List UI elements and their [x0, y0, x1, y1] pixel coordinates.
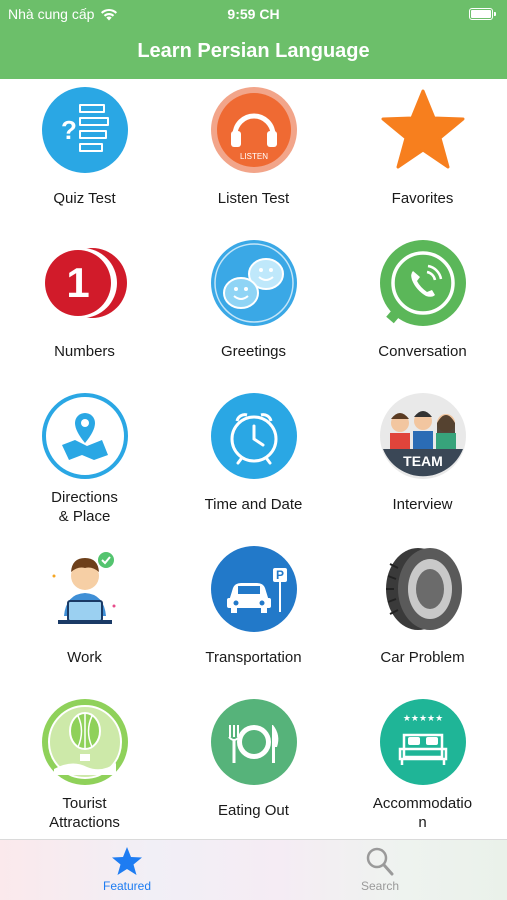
- category-grid: ? Quiz Test LISTEN Listen Test Favorites…: [0, 79, 507, 839]
- car-parking-icon: P: [211, 546, 297, 632]
- grid-item-transportation[interactable]: P Transportation: [169, 538, 338, 691]
- app-header: Nhà cung cấp 9:59 CH Learn Persian Langu…: [0, 0, 507, 79]
- grid-item-label: Favorites: [391, 190, 454, 207]
- svg-text:★★★★★: ★★★★★: [403, 714, 443, 724]
- grid-item-label: Greetings: [220, 343, 287, 360]
- star-icon: [381, 89, 465, 169]
- tab-bar: Featured Search: [0, 839, 507, 900]
- phone-icon: [380, 240, 466, 326]
- grid-item-label: Time and Date: [204, 496, 303, 513]
- grid-item-accommodation[interactable]: ★★★★★ Accommodatio n: [338, 691, 507, 844]
- label-line: Attractions: [49, 814, 120, 831]
- grid-item-directions[interactable]: Directions & Place: [0, 385, 169, 538]
- grid-item-label: Tourist Attractions: [4, 794, 165, 832]
- grid-item-quiz-test[interactable]: ? Quiz Test: [0, 79, 169, 232]
- grid-item-label: Car Problem: [380, 649, 465, 666]
- grid-item-numbers[interactable]: 1 Numbers: [0, 232, 169, 385]
- grid-item-label: Quiz Test: [53, 190, 116, 207]
- grid-item-label: Transportation: [205, 649, 302, 666]
- grid-item-label: Work: [67, 649, 102, 666]
- star-icon: [112, 847, 142, 875]
- grid-item-time-and-date[interactable]: Time and Date: [169, 385, 338, 538]
- quiz-icon: ?: [42, 87, 128, 173]
- grid-item-eating-out[interactable]: Eating Out: [169, 691, 338, 844]
- hot-air-balloon-icon: [42, 699, 128, 785]
- status-time: 9:59 CH: [227, 6, 280, 22]
- svg-text:P: P: [276, 568, 284, 582]
- grid-item-car-problem[interactable]: Car Problem: [338, 538, 507, 691]
- team-icon: TEAM: [380, 393, 466, 479]
- worker-laptop-icon: [52, 552, 116, 624]
- tab-label: Featured: [102, 879, 152, 893]
- grid-item-label: Accommodatio n: [342, 794, 503, 832]
- listen-icon-text: LISTEN: [240, 152, 268, 161]
- map-pin-icon: [42, 393, 128, 479]
- label-line: n: [418, 814, 427, 831]
- label-line: & Place: [58, 508, 111, 525]
- tab-label: Search: [360, 879, 400, 893]
- grid-item-interview[interactable]: TEAM Interview: [338, 385, 507, 538]
- tab-search[interactable]: Search: [320, 846, 440, 900]
- grid-item-tourist-attractions[interactable]: Tourist Attractions: [0, 691, 169, 844]
- svg-text:?: ?: [61, 115, 77, 145]
- grid-item-label: Conversation: [378, 343, 467, 360]
- label-line: Directions: [51, 489, 118, 506]
- grid-item-greetings[interactable]: Greetings: [169, 232, 338, 385]
- grid-item-label: Directions & Place: [4, 488, 165, 526]
- search-icon: [366, 847, 394, 876]
- grid-item-conversation[interactable]: Conversation: [338, 232, 507, 385]
- number-one-icon: 1: [45, 248, 127, 318]
- grid-item-label: Listen Test: [217, 190, 290, 207]
- plate-cutlery-icon: [211, 699, 297, 785]
- tab-featured[interactable]: Featured: [67, 846, 187, 900]
- grid-item-label: Numbers: [54, 343, 115, 360]
- hotel-bed-icon: ★★★★★: [380, 699, 466, 785]
- grid-item-work[interactable]: Work: [0, 538, 169, 691]
- team-icon-text: TEAM: [403, 453, 443, 469]
- svg-text:1: 1: [66, 259, 89, 306]
- alarm-clock-icon: [211, 393, 297, 479]
- grid-item-label: Interview: [392, 496, 453, 513]
- headphones-icon: LISTEN: [211, 87, 297, 173]
- chat-smiley-icon: [211, 240, 297, 326]
- page-title: Learn Persian Language: [137, 40, 370, 62]
- tire-icon: [386, 548, 462, 630]
- battery-icon: [469, 8, 496, 20]
- label-line: Accommodatio: [372, 795, 473, 812]
- grid-item-label: Eating Out: [218, 802, 289, 819]
- grid-item-listen-test[interactable]: LISTEN Listen Test: [169, 79, 338, 232]
- label-line: Tourist: [62, 795, 107, 812]
- status-bar: Nhà cung cấp 9:59 CH: [0, 0, 507, 28]
- grid-item-favorites[interactable]: Favorites: [338, 79, 507, 232]
